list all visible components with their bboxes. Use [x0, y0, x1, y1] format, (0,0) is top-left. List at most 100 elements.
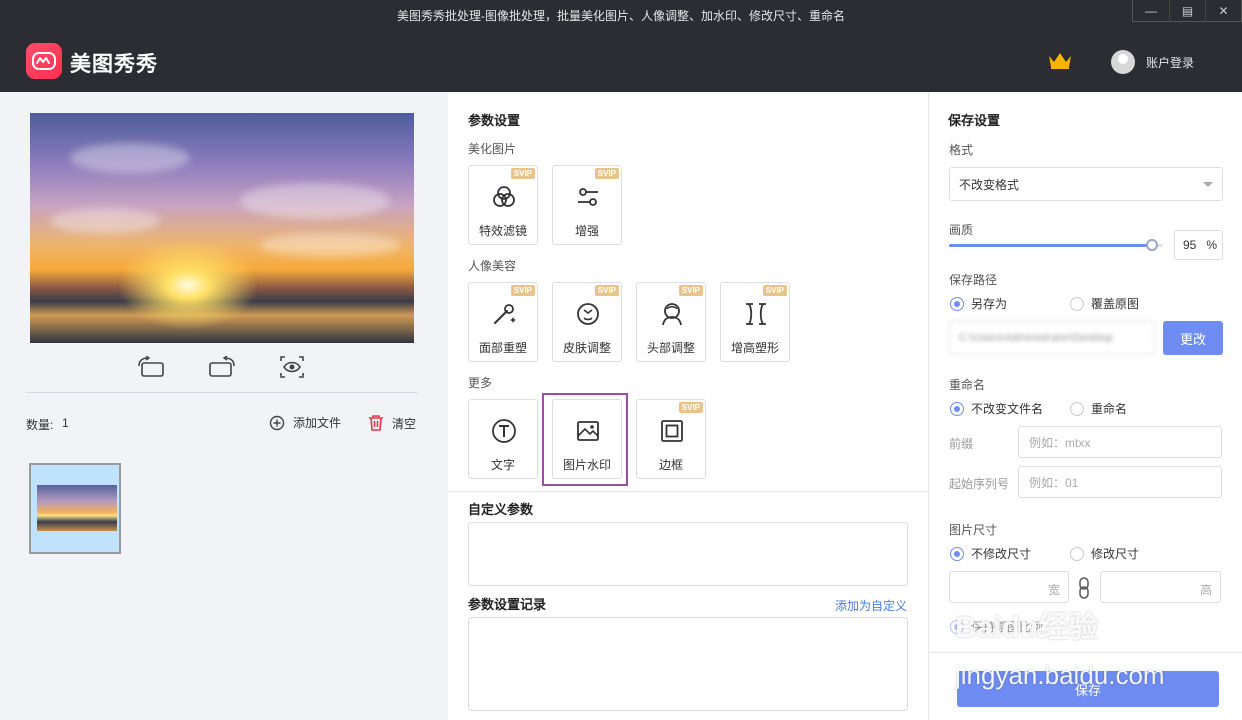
- magic-wand-icon: [490, 300, 518, 328]
- save-path-label: 保存路径: [949, 273, 998, 287]
- prefix-input[interactable]: 例如：mtxx: [1018, 426, 1222, 458]
- image-thumbnail[interactable]: [29, 463, 121, 554]
- selection-highlight: [542, 393, 628, 486]
- tool-label: 文字: [490, 458, 515, 472]
- add-file-button[interactable]: 添加文件: [269, 414, 341, 431]
- divider: [26, 392, 418, 393]
- params-record-title: 参数设置记录: [468, 597, 547, 612]
- change-path-button[interactable]: 更改: [1163, 321, 1223, 355]
- quality-input[interactable]: 95 %: [1174, 230, 1223, 260]
- radio-overwrite[interactable]: 覆盖原图: [1070, 295, 1139, 312]
- keep-ratio-checkbox[interactable]: 保持原图比例: [950, 618, 1043, 635]
- tool-body-shape[interactable]: SVIP 增高塑形: [720, 282, 790, 362]
- quality-unit: %: [1206, 238, 1217, 252]
- radio-dot-selected: [950, 619, 964, 634]
- radio-label: 另存为: [971, 297, 1008, 311]
- width-input[interactable]: 宽: [949, 571, 1069, 603]
- rename-label: 重命名: [949, 378, 986, 392]
- preview-eye-icon[interactable]: [278, 355, 306, 379]
- format-value: 不改变格式: [959, 177, 1020, 192]
- maximize-button[interactable]: ▤: [1169, 0, 1205, 22]
- tool-enhance[interactable]: SVIP 增强: [552, 165, 622, 245]
- clear-label: 清空: [392, 416, 417, 431]
- radio-rename[interactable]: 重命名: [1070, 400, 1127, 417]
- radio-label: 不改变文件名: [971, 402, 1044, 416]
- format-label: 格式: [949, 143, 974, 157]
- divider: [929, 652, 1242, 653]
- group-label-more: 更多: [468, 376, 493, 390]
- rotate-left-icon[interactable]: [137, 355, 165, 379]
- chevron-down-icon: [1203, 182, 1213, 187]
- svip-badge: SVIP: [510, 168, 535, 179]
- preview-toolbar: [0, 355, 448, 379]
- quality-value: 95: [1183, 238, 1197, 252]
- quality-slider-handle[interactable]: [1146, 239, 1159, 251]
- tool-filter[interactable]: SVIP 特效滤镜: [468, 165, 538, 245]
- svip-badge: SVIP: [678, 402, 703, 413]
- start-number-label: 起始序列号: [949, 477, 1010, 491]
- prefix-label: 前缀: [949, 437, 974, 451]
- radio-change-size[interactable]: 修改尺寸: [1070, 545, 1139, 562]
- save-settings-title: 保存设置: [948, 113, 1001, 128]
- radio-save-as[interactable]: 另存为: [950, 295, 1007, 312]
- user-avatar[interactable]: [1111, 50, 1135, 74]
- tool-text[interactable]: 文字: [468, 399, 538, 479]
- minimize-icon: —: [1145, 4, 1157, 18]
- link-ratio-icon[interactable]: [1077, 577, 1091, 599]
- quality-slider-fill: [949, 244, 1153, 247]
- add-circle-icon: [269, 415, 285, 430]
- svip-badge: SVIP: [510, 285, 535, 296]
- svip-badge: SVIP: [762, 285, 787, 296]
- divider: [448, 491, 928, 492]
- vip-crown-icon[interactable]: [1047, 50, 1073, 76]
- save-settings-panel: 保存设置 格式 不改变格式 画质 95 % 保存路径 另存为 覆盖原图 C:\U…: [928, 92, 1242, 720]
- login-link[interactable]: 账户登录: [1146, 54, 1194, 71]
- params-record-box[interactable]: [468, 617, 908, 711]
- group-label-portrait: 人像美容: [468, 259, 517, 273]
- rotate-right-icon[interactable]: [208, 355, 236, 379]
- logo-mark-icon: [32, 52, 56, 70]
- keep-ratio-label: 保持原图比例: [971, 620, 1044, 634]
- window-title: 美图秀秀批处理-图像批处理，批量美化图片、人像调整、加水印、修改尺寸、重命名: [397, 8, 845, 23]
- clear-button[interactable]: 清空: [368, 414, 416, 432]
- add-file-label: 添加文件: [293, 416, 342, 430]
- format-select[interactable]: 不改变格式: [949, 167, 1223, 201]
- quality-label: 画质: [949, 223, 974, 237]
- radio-dot: [1070, 401, 1084, 416]
- tool-label: 面部重塑: [478, 341, 527, 355]
- tool-head[interactable]: SVIP 头部调整: [636, 282, 706, 362]
- radio-label: 重命名: [1091, 402, 1128, 416]
- face-icon: [574, 300, 602, 328]
- tool-label: 皮肤调整: [562, 341, 611, 355]
- tool-label: 特效滤镜: [478, 224, 527, 238]
- image-size-label: 图片尺寸: [949, 523, 998, 537]
- tool-skin[interactable]: SVIP 皮肤调整: [552, 282, 622, 362]
- add-custom-link[interactable]: 添加为自定义: [835, 597, 907, 614]
- tool-frame[interactable]: SVIP 边框: [636, 399, 706, 479]
- svip-badge: SVIP: [678, 285, 703, 296]
- body-shape-icon: [742, 300, 770, 328]
- radio-dot-selected: [950, 296, 964, 311]
- custom-params-box[interactable]: [468, 522, 908, 586]
- save-button[interactable]: 保存: [957, 671, 1219, 707]
- close-button[interactable]: ✕: [1205, 0, 1241, 22]
- quality-slider[interactable]: [949, 239, 1163, 251]
- radio-label: 不修改尺寸: [971, 547, 1032, 561]
- save-path-field[interactable]: C:\Users\Administrator\Desktop: [949, 321, 1155, 355]
- height-suffix: 高: [1199, 583, 1212, 597]
- minimize-button[interactable]: —: [1133, 0, 1169, 22]
- radio-dot-selected: [950, 546, 964, 561]
- radio-keep-filename[interactable]: 不改变文件名: [950, 400, 1043, 417]
- params-title: 参数设置: [468, 113, 521, 128]
- start-number-input[interactable]: 例如：01: [1018, 466, 1222, 498]
- radio-keep-size[interactable]: 不修改尺寸: [950, 545, 1031, 562]
- app-logo: [26, 43, 62, 79]
- custom-params-title: 自定义参数: [468, 502, 534, 517]
- tool-face-reshape[interactable]: SVIP 面部重塑: [468, 282, 538, 362]
- brand-name: 美图秀秀: [70, 53, 158, 76]
- text-icon: [490, 417, 518, 445]
- height-input[interactable]: 高: [1100, 571, 1221, 603]
- count-label: 数量:: [26, 418, 54, 432]
- trash-icon: [369, 415, 383, 431]
- sliders-icon: [574, 183, 602, 211]
